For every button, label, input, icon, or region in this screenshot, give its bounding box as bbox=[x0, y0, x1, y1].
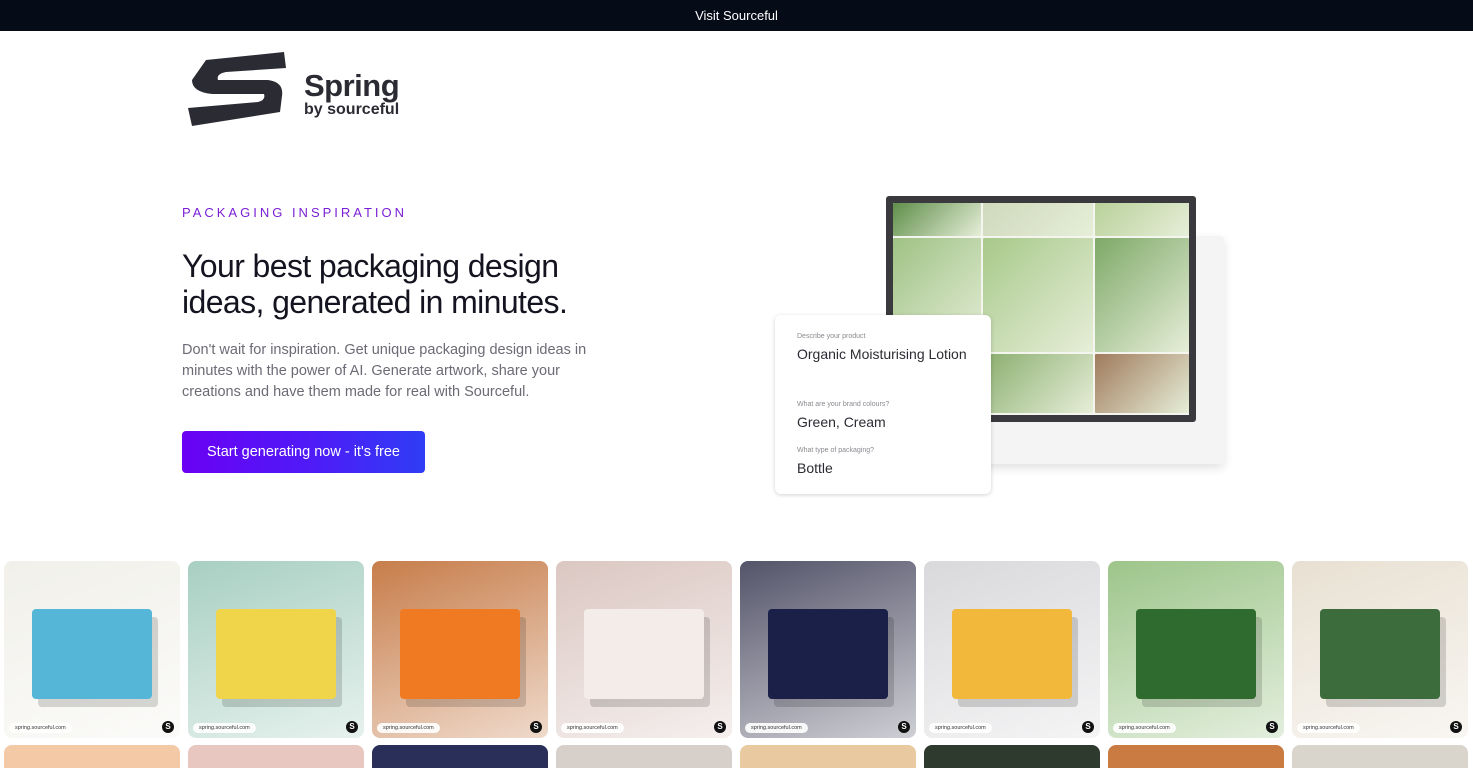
package-illustration bbox=[1136, 609, 1256, 699]
sourceful-mark-icon: S bbox=[1082, 721, 1094, 733]
sourceful-mark-icon: S bbox=[346, 721, 358, 733]
package-illustration bbox=[1320, 609, 1440, 699]
visit-sourceful-link[interactable]: Visit Sourceful bbox=[695, 8, 778, 23]
gallery-tile[interactable] bbox=[188, 745, 364, 768]
tile-watermark: spring.sourceful.com bbox=[1113, 723, 1176, 733]
preview-image-cell bbox=[983, 354, 1093, 413]
colours-field-value: Green, Cream bbox=[797, 414, 886, 430]
tile-watermark: spring.sourceful.com bbox=[561, 723, 624, 733]
spring-logo[interactable]: Spring by sourceful bbox=[186, 50, 406, 130]
sourceful-mark-icon: S bbox=[530, 721, 542, 733]
gallery-tile[interactable] bbox=[372, 745, 548, 768]
preview-image-cell bbox=[893, 203, 981, 236]
sourceful-mark-icon: S bbox=[162, 721, 174, 733]
packaging-field: What type of packaging? Bottle bbox=[797, 447, 969, 477]
tile-watermark: spring.sourceful.com bbox=[377, 723, 440, 733]
gallery-tile[interactable] bbox=[740, 745, 916, 768]
preview-image-cell bbox=[1095, 354, 1189, 413]
gallery-tile-green-boxes[interactable]: spring.sourceful.com S bbox=[1292, 561, 1468, 738]
logo-wordmark: Spring bbox=[304, 68, 400, 103]
tile-watermark: spring.sourceful.com bbox=[193, 723, 256, 733]
inspiration-gallery: spring.sourceful.com Sspring.sourceful.co… bbox=[4, 561, 1473, 768]
eyebrow-label: PACKAGING INSPIRATION bbox=[182, 205, 408, 220]
hero-headline: Your best packaging design ideas, genera… bbox=[182, 248, 568, 320]
gallery-tile[interactable] bbox=[556, 745, 732, 768]
start-generating-button[interactable]: Start generating now - it's free bbox=[182, 431, 425, 473]
package-illustration bbox=[768, 609, 888, 699]
spring-s-mark-icon bbox=[188, 52, 286, 126]
package-illustration bbox=[584, 609, 704, 699]
package-illustration bbox=[400, 609, 520, 699]
gallery-tile[interactable] bbox=[4, 745, 180, 768]
gallery-tile-flower-box[interactable]: spring.sourceful.com S bbox=[372, 561, 548, 738]
gallery-tile-navy-boxes[interactable]: spring.sourceful.com S bbox=[740, 561, 916, 738]
logo-subline: by sourceful bbox=[304, 101, 400, 118]
gallery-tile-pink-gift-boxes[interactable]: spring.sourceful.com S bbox=[556, 561, 732, 738]
preview-image-cell bbox=[983, 238, 1093, 352]
sourceful-mark-icon: S bbox=[898, 721, 910, 733]
tile-watermark: spring.sourceful.com bbox=[929, 723, 992, 733]
top-banner: Visit Sourceful bbox=[0, 0, 1473, 31]
gallery-tile-navy-gold-set[interactable]: spring.sourceful.com S bbox=[924, 561, 1100, 738]
preview-image-cell bbox=[983, 203, 1093, 236]
packaging-field-value: Bottle bbox=[797, 460, 833, 476]
product-field: Describe your product Organic Moisturisi… bbox=[797, 333, 969, 363]
sourceful-mark-icon: S bbox=[1266, 721, 1278, 733]
preview-image-cell bbox=[1095, 203, 1189, 236]
product-field-value: Organic Moisturising Lotion bbox=[797, 346, 967, 362]
gallery-tile-puzzle-box[interactable]: spring.sourceful.com S bbox=[4, 561, 180, 738]
gallery-tile[interactable] bbox=[1108, 745, 1284, 768]
package-illustration bbox=[216, 609, 336, 699]
package-illustration bbox=[32, 609, 152, 699]
gallery-tile-beer-cans[interactable]: spring.sourceful.com S bbox=[1108, 561, 1284, 738]
gallery-tile-pastel-boxes[interactable]: spring.sourceful.com S bbox=[188, 561, 364, 738]
product-field-label: Describe your product bbox=[797, 333, 866, 340]
sourceful-mark-icon: S bbox=[1450, 721, 1462, 733]
gallery-tile[interactable] bbox=[924, 745, 1100, 768]
tile-watermark: spring.sourceful.com bbox=[9, 723, 72, 733]
tile-watermark: spring.sourceful.com bbox=[1297, 723, 1360, 733]
gallery-tile[interactable] bbox=[1292, 745, 1468, 768]
tile-watermark: spring.sourceful.com bbox=[745, 723, 808, 733]
sourceful-mark-icon: S bbox=[714, 721, 726, 733]
prompt-form-card: Describe your product Organic Moisturisi… bbox=[775, 315, 991, 494]
package-illustration bbox=[952, 609, 1072, 699]
hero-description: Don't wait for inspiration. Get unique p… bbox=[182, 342, 587, 400]
packaging-field-label: What type of packaging? bbox=[797, 447, 875, 454]
colours-field: What are your brand colours? Green, Crea… bbox=[797, 401, 969, 431]
colours-field-label: What are your brand colours? bbox=[797, 401, 890, 408]
preview-image-cell bbox=[1095, 238, 1189, 352]
